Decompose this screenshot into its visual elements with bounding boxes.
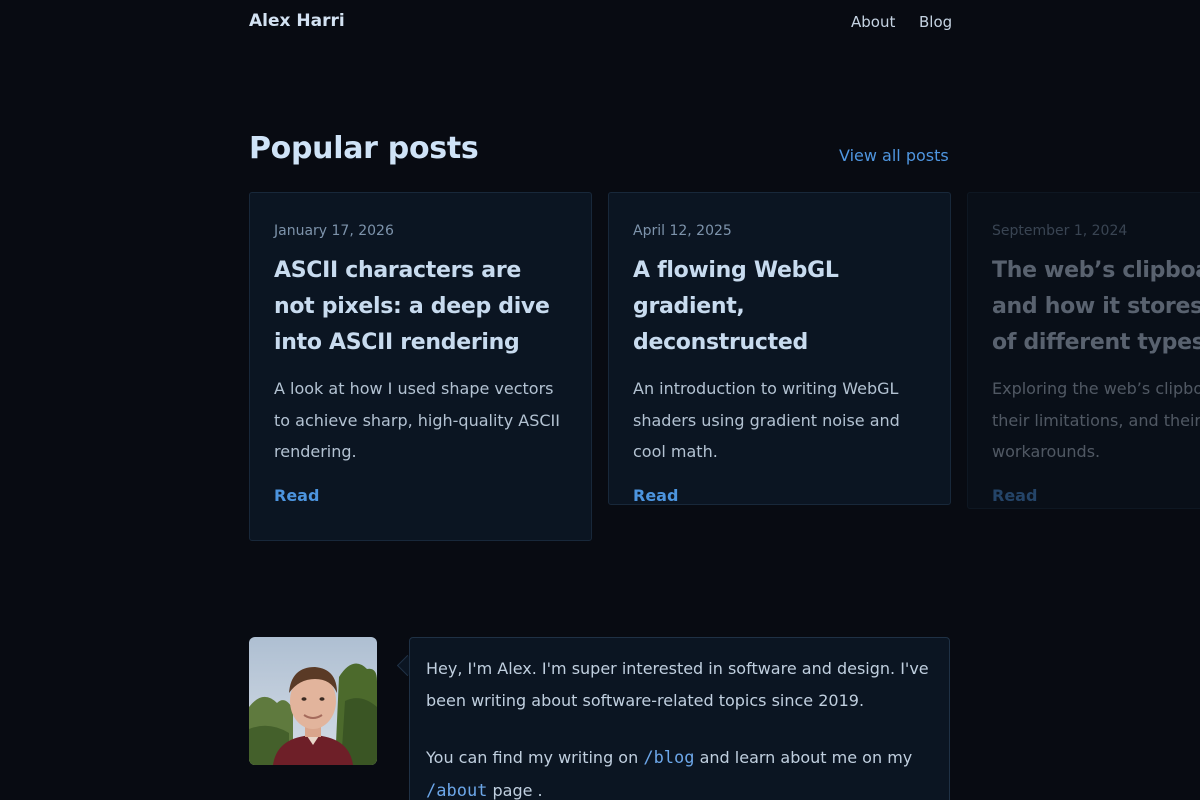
bio-text: and learn about me on my [694, 748, 913, 767]
site-name-link[interactable]: Alex Harri [249, 11, 345, 31]
post-description: Exploring the web’s clipboard APIs, thei… [992, 379, 1200, 461]
read-link[interactable]: Read [992, 486, 1037, 505]
post-card[interactable]: January 17, 2026 ASCII characters are no… [249, 192, 592, 541]
post-card[interactable]: April 12, 2025 A flowing WebGL gradient,… [608, 192, 951, 505]
avatar [249, 637, 377, 765]
post-title[interactable]: A flowing WebGL gradient, deconstructed [633, 253, 926, 361]
about-link[interactable]: /about [426, 781, 487, 800]
portrait-photo-icon [249, 637, 377, 765]
post-date: April 12, 2025 [633, 223, 732, 239]
blog-link[interactable]: /blog [643, 748, 694, 768]
post-date: January 17, 2026 [274, 223, 394, 239]
post-title[interactable]: The web’s clipboard, and how it stores d… [992, 253, 1200, 361]
nav-blog-link[interactable]: Blog [919, 13, 952, 31]
bio-intro: Hey, I'm Alex. I'm super interested in s… [426, 659, 929, 710]
post-description: An introduction to writing WebGL shaders… [633, 379, 900, 461]
post-date: September 1, 2024 [992, 223, 1128, 239]
read-link[interactable]: Read [274, 486, 319, 505]
post-card[interactable]: September 1, 2024 The web’s clipboard, a… [967, 192, 1200, 509]
bio-text: You can find my writing on [426, 748, 644, 767]
popular-posts-heading: Popular posts [249, 131, 479, 166]
read-link[interactable]: Read [633, 486, 678, 505]
bio-card: Hey, I'm Alex. I'm super interested in s… [409, 637, 950, 800]
post-title[interactable]: ASCII characters are not pixels: a deep … [274, 253, 567, 361]
bio-links-paragraph: You can find my writing on /blog and lea… [426, 742, 933, 800]
bio-text: page . [487, 780, 543, 800]
post-description: A look at how I used shape vectors to ac… [274, 379, 560, 461]
nav-about-link[interactable]: About [851, 13, 895, 31]
view-all-posts-link[interactable]: View all posts [839, 146, 949, 165]
